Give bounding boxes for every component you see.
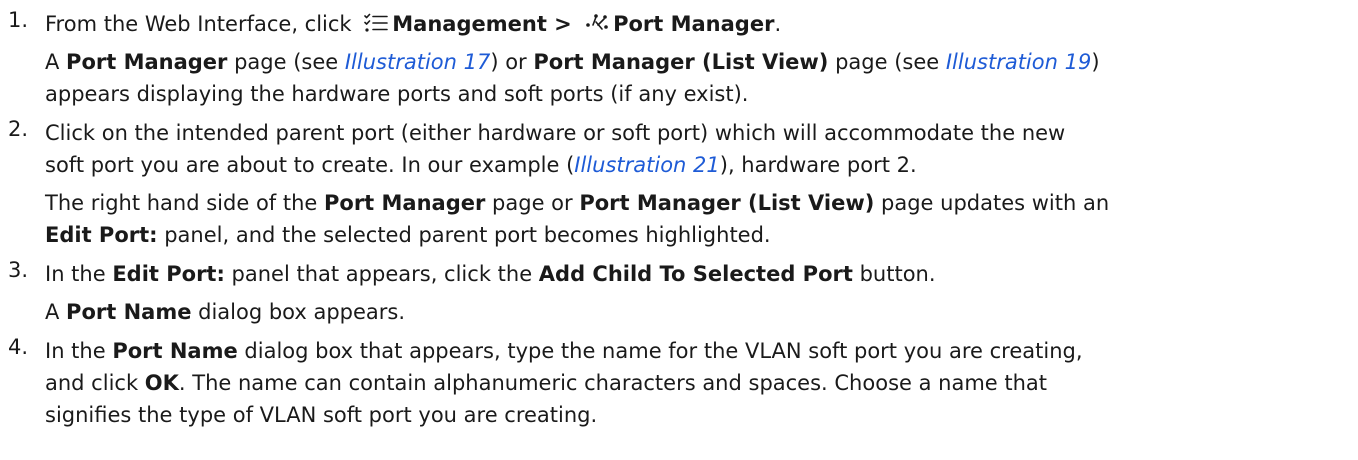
illustration-17-link[interactable]: Illustration 17	[345, 50, 490, 74]
step-2-line-3: The right hand side of the Port Manager …	[45, 191, 1110, 215]
step-2-line-4: Edit Port: panel, and the selected paren…	[45, 223, 771, 247]
step-1-line-2: A Port Manager page (see Illustration 17…	[45, 50, 1100, 74]
step-1-line-3: appears displaying the hardware ports an…	[45, 82, 749, 106]
port-network-icon	[585, 13, 609, 33]
step-1-line-1: From the Web Interface, click Management…	[45, 12, 782, 36]
step-4-line-3: signifies the type of VLAN soft port you…	[45, 403, 598, 427]
step-4-line-1: In the Port Name dialog box that appears…	[45, 339, 1083, 363]
step-2: 2. Click on the intended parent port (ei…	[0, 117, 1358, 251]
step-number: 3.	[8, 258, 29, 282]
step-3-line-1: In the Edit Port: panel that appears, cl…	[45, 262, 936, 286]
step-4-line-2: and click OK. The name can contain alpha…	[45, 371, 1048, 395]
instruction-list: 1. From the Web Interface, click Managem…	[0, 0, 1358, 431]
step-number: 2.	[8, 117, 29, 141]
step-2-line-2: soft port you are about to create. In ou…	[45, 153, 917, 177]
step-4: 4. In the Port Name dialog box that appe…	[0, 335, 1358, 431]
step-2-line-1: Click on the intended parent port (eithe…	[45, 121, 1066, 145]
step-3-line-2: A Port Name dialog box appears.	[45, 300, 406, 324]
illustration-21-link[interactable]: Illustration 21	[574, 153, 719, 177]
step-3: 3. In the Edit Port: panel that appears,…	[0, 258, 1358, 328]
list-check-icon	[364, 13, 389, 33]
illustration-19-link[interactable]: Illustration 19	[946, 50, 1091, 74]
step-number: 4.	[8, 335, 29, 359]
menu-management: Management >	[392, 12, 580, 36]
step-number: 1.	[8, 8, 29, 32]
menu-port-manager: Port Manager	[613, 12, 775, 36]
step-1: 1. From the Web Interface, click Managem…	[0, 8, 1358, 110]
